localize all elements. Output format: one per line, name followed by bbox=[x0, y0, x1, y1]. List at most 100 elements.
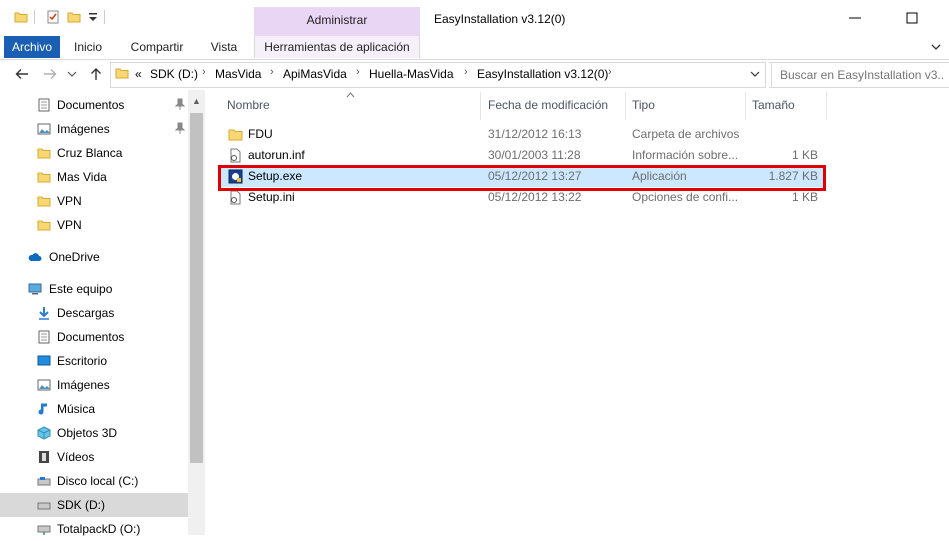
nav-item-label: Música bbox=[57, 402, 96, 416]
up-arrow-icon[interactable] bbox=[88, 66, 104, 82]
nav-item-label: Cruz Blanca bbox=[57, 146, 123, 160]
nav-item-label: TotalpackD (O:) bbox=[57, 522, 141, 536]
nav-item-este-equipo[interactable]: Este equipo bbox=[0, 277, 188, 301]
folder-icon bbox=[37, 172, 51, 183]
back-arrow-icon[interactable] bbox=[14, 66, 30, 82]
tab-inicio[interactable]: Inicio bbox=[66, 36, 110, 58]
nav-item-cruz-blanca[interactable]: Cruz Blanca bbox=[0, 141, 188, 165]
onedrive-cloud-icon bbox=[28, 253, 42, 261]
nav-item-imagenes-pc[interactable]: Imágenes bbox=[0, 373, 188, 397]
breadcrumb-huella-masvida[interactable]: Huella-MasVida bbox=[369, 67, 454, 81]
nav-item-disco-local-c[interactable]: Disco local (C:) bbox=[0, 469, 188, 493]
breadcrumb-sdk[interactable]: SDK (D:) bbox=[150, 67, 198, 81]
column-divider[interactable] bbox=[745, 92, 746, 120]
computer-icon bbox=[28, 283, 42, 295]
nav-item-label: VPN bbox=[57, 218, 82, 232]
file-row-autorun-inf[interactable]: autorun.inf 30/01/2003 11:28 Información… bbox=[220, 145, 826, 166]
tab-vista[interactable]: Vista bbox=[202, 36, 246, 58]
column-header-size[interactable]: Tamaño bbox=[752, 98, 795, 112]
customize-qat-icon[interactable] bbox=[86, 10, 100, 24]
breadcrumb-separator-icon[interactable]: › bbox=[608, 66, 612, 78]
film-strip-icon bbox=[39, 451, 49, 463]
desktop-icon bbox=[37, 355, 51, 366]
pin-icon[interactable] bbox=[175, 122, 185, 134]
music-note-icon bbox=[38, 403, 47, 415]
pin-icon[interactable] bbox=[175, 98, 185, 110]
column-header-type[interactable]: Tipo bbox=[632, 98, 655, 112]
nav-item-label: Mas Vida bbox=[57, 170, 107, 184]
settings-file-icon bbox=[230, 148, 241, 163]
nav-item-label: Escritorio bbox=[57, 354, 108, 368]
folder-icon[interactable] bbox=[14, 10, 28, 24]
address-dropdown-icon[interactable] bbox=[750, 69, 760, 79]
search-input[interactable] bbox=[778, 67, 947, 83]
drive-icon bbox=[37, 502, 51, 510]
file-size: 1 KB bbox=[791, 190, 818, 204]
nav-item-documentos[interactable]: Documentos bbox=[0, 93, 188, 117]
nav-item-mas-vida[interactable]: Mas Vida bbox=[0, 165, 188, 189]
file-type: Carpeta de archivos bbox=[632, 127, 740, 141]
breadcrumb-separator-icon[interactable]: › bbox=[356, 66, 360, 78]
search-box[interactable] bbox=[771, 62, 949, 88]
folder-icon bbox=[37, 220, 51, 231]
column-header-name[interactable]: Nombre bbox=[227, 98, 270, 112]
breadcrumb-separator-icon[interactable]: › bbox=[270, 66, 274, 78]
nav-item-imagenes[interactable]: Imágenes bbox=[0, 117, 188, 141]
file-row-fdu[interactable]: FDU 31/12/2012 16:13 Carpeta de archivos bbox=[220, 124, 826, 145]
nav-item-onedrive[interactable]: OneDrive bbox=[0, 245, 188, 269]
nav-item-objetos-3d[interactable]: Objetos 3D bbox=[0, 421, 188, 445]
nav-item-documentos-pc[interactable]: Documentos bbox=[0, 325, 188, 349]
breadcrumb-apimasvida[interactable]: ApiMasVida bbox=[283, 67, 347, 81]
nav-item-totalpackd-o[interactable]: TotalpackD (O:) bbox=[0, 517, 188, 541]
file-size: 1 KB bbox=[791, 148, 818, 162]
nav-item-escritorio[interactable]: Escritorio bbox=[0, 349, 188, 373]
forward-arrow-icon[interactable] bbox=[42, 66, 58, 82]
new-folder-icon[interactable] bbox=[67, 10, 81, 24]
scrollbar-thumb[interactable] bbox=[190, 113, 203, 463]
expand-ribbon-icon[interactable] bbox=[930, 41, 942, 53]
nav-item-sdk-d[interactable]: SDK (D:) bbox=[0, 493, 188, 517]
scroll-up-arrow-icon[interactable]: ▲ bbox=[190, 95, 203, 107]
breadcrumb-overflow[interactable]: « bbox=[135, 67, 142, 81]
file-date: 31/12/2012 16:13 bbox=[488, 127, 582, 141]
pictures-icon bbox=[37, 379, 51, 391]
nav-item-label: Imágenes bbox=[57, 378, 110, 392]
file-type: Información sobre... bbox=[632, 148, 739, 162]
breadcrumb-masvida[interactable]: MasVida bbox=[215, 67, 261, 81]
folder-icon bbox=[115, 68, 129, 79]
file-name: FDU bbox=[248, 127, 273, 141]
nav-item-videos[interactable]: Vídeos bbox=[0, 445, 188, 469]
nav-item-descargas[interactable]: Descargas bbox=[0, 301, 188, 325]
recent-locations-icon[interactable] bbox=[66, 68, 78, 80]
nav-item-musica[interactable]: Música bbox=[0, 397, 188, 421]
nav-item-label: Objetos 3D bbox=[57, 426, 118, 440]
file-name: autorun.inf bbox=[248, 148, 305, 162]
maximize-button[interactable] bbox=[900, 8, 924, 28]
document-icon bbox=[38, 98, 50, 112]
tab-compartir[interactable]: Compartir bbox=[120, 36, 194, 58]
nav-item-label: Vídeos bbox=[57, 450, 95, 464]
network-drive-icon bbox=[37, 525, 51, 535]
nav-item-label: Imágenes bbox=[57, 122, 110, 136]
drive-icon bbox=[37, 477, 51, 486]
column-header-date[interactable]: Fecha de modificación bbox=[488, 98, 608, 112]
breadcrumb-separator-icon[interactable]: › bbox=[202, 66, 206, 78]
nav-item-vpn[interactable]: VPN bbox=[0, 189, 188, 213]
nav-item-label: Este equipo bbox=[49, 282, 113, 296]
qat-divider bbox=[34, 10, 35, 24]
breadcrumb-separator-icon[interactable]: › bbox=[464, 66, 468, 78]
nav-item-label: OneDrive bbox=[49, 250, 100, 264]
folder-icon bbox=[37, 148, 51, 159]
column-divider[interactable] bbox=[826, 92, 827, 120]
tab-archivo[interactable]: Archivo bbox=[4, 36, 60, 58]
column-divider[interactable] bbox=[480, 92, 481, 120]
minimize-button[interactable] bbox=[843, 8, 867, 28]
nav-item-label: Documentos bbox=[57, 330, 125, 344]
column-divider[interactable] bbox=[625, 92, 626, 120]
properties-icon[interactable] bbox=[46, 10, 60, 24]
folder-icon bbox=[37, 196, 51, 207]
highlight-annotation-box bbox=[218, 165, 826, 191]
tab-herramientas-de-aplicacion[interactable]: Herramientas de aplicación bbox=[254, 36, 420, 58]
breadcrumb-easyinstallation[interactable]: EasyInstallation v3.12(0) bbox=[477, 67, 608, 81]
nav-item-vpn-2[interactable]: VPN bbox=[0, 213, 188, 237]
